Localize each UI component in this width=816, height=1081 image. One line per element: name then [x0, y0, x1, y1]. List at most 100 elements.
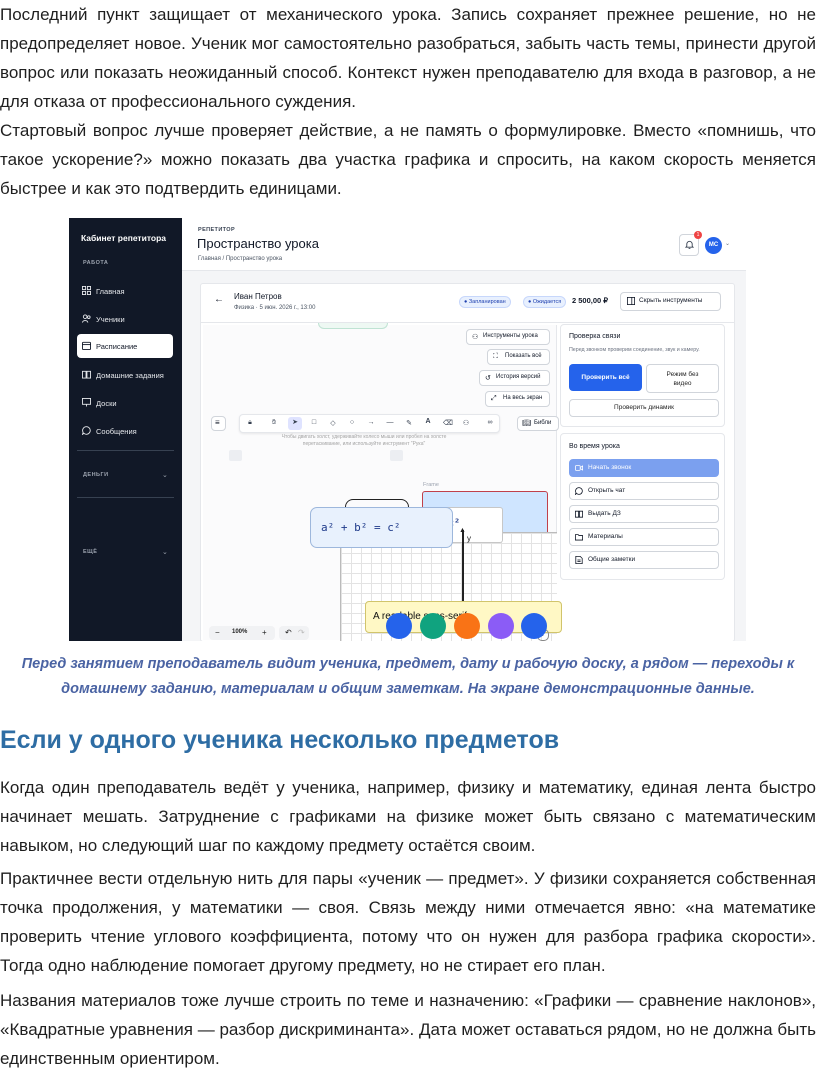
sidebar-title: Кабинет репетитора — [81, 233, 166, 243]
image-icon[interactable] — [390, 450, 403, 461]
sidebar-item-students[interactable]: Ученики — [77, 307, 173, 331]
monitor-icon — [82, 398, 91, 407]
lesson-tools-label: Инструменты урока — [483, 333, 538, 339]
section-heading: Если у одного ученика несколько предмето… — [0, 726, 560, 754]
pointer-icon[interactable]: ➤ — [291, 418, 299, 426]
chevron-down-icon: ⌄ — [162, 472, 168, 479]
paragraph-separate-threads: Практичнее вести отдельную нить для пары… — [0, 869, 816, 975]
canvas-hint: Чтобы двигать холст, удерживайте колесо … — [281, 434, 447, 447]
arrow-icon[interactable]: → — [367, 419, 375, 427]
sidebar-item-boards[interactable]: Доски — [77, 391, 173, 415]
sidebar-item-label: Ученики — [96, 315, 125, 324]
frame-label: Frame — [423, 482, 439, 488]
calendar-icon — [82, 341, 91, 350]
sidebar: Кабинет репетитора РАБОТА Главная Ученик… — [69, 218, 182, 641]
undo-redo-controls: ↶ ↷ — [279, 626, 309, 640]
image-icon[interactable] — [229, 450, 242, 461]
hand-icon[interactable]: ✋︎ — [270, 419, 278, 427]
status-badge: ● Ожидается — [523, 296, 567, 308]
history-icon: ↺ — [485, 375, 491, 382]
connection-check-panel: Проверка связи Перед звонком проверим со… — [560, 324, 725, 427]
materials-label: Материалы — [588, 533, 623, 540]
sidebar-item-home[interactable]: Главная — [77, 279, 173, 303]
pencil-icon[interactable]: ✎ — [405, 419, 413, 427]
lesson-actions-panel: Во время урока Начать звонок Открыть чат… — [560, 433, 725, 580]
diamond-icon[interactable]: ◇ — [329, 419, 337, 427]
lesson-space-screenshot: Кабинет репетитора РАБОТА Главная Ученик… — [69, 218, 746, 641]
undo-icon[interactable]: ↶ — [285, 628, 292, 637]
participant-dot[interactable] — [488, 613, 514, 639]
fullscreen-button[interactable]: ⤢ На весь экран — [485, 391, 550, 407]
participant-dot[interactable] — [420, 613, 446, 639]
participant-dot[interactable] — [521, 613, 547, 639]
check-speakers-button[interactable]: Проверить динамик — [569, 399, 719, 417]
redo-icon[interactable]: ↷ — [298, 628, 305, 637]
breadcrumb: Главная / Пространство урока — [198, 256, 283, 262]
sidebar-item-label: Расписание — [96, 342, 138, 351]
lesson-price: 2 500,00 ₽ — [572, 296, 609, 305]
student-name: Иван Петров — [234, 292, 282, 301]
library-button[interactable]: 📖︎ Библи — [517, 416, 559, 431]
materials-button[interactable]: Материалы — [569, 528, 719, 546]
paragraph-material-names: Названия материалов тоже лучше строить п… — [0, 991, 816, 1068]
menu-button[interactable]: ≡ — [211, 416, 226, 431]
participant-dot[interactable] — [454, 613, 480, 639]
rectangle-icon[interactable]: □ — [310, 419, 318, 427]
no-video-label: Режим без видео — [666, 370, 699, 387]
sidebar-section-more[interactable]: ЕЩЁ — [83, 549, 97, 555]
bell-icon — [685, 240, 694, 249]
avatar[interactable]: МС — [705, 237, 722, 254]
expand-icon: ⤢ — [491, 395, 497, 402]
lesson-card: ← Иван Петров Физика · 5 июн. 2026 г., 1… — [200, 283, 735, 641]
zoom-in-button[interactable]: + — [262, 628, 267, 637]
folder-icon — [575, 534, 583, 541]
chat-icon — [82, 426, 91, 435]
lesson-tools-button[interactable]: ⚇ Инструменты урока — [466, 329, 550, 345]
shared-notes-button[interactable]: Общие заметки — [569, 551, 719, 569]
check-all-button[interactable]: Проверить всё — [569, 364, 642, 391]
sidebar-item-label: Домашние задания — [96, 371, 164, 380]
start-call-button[interactable]: Начать звонок — [569, 459, 719, 477]
sidebar-section-money[interactable]: ДЕНЬГИ — [83, 472, 109, 478]
zoom-out-button[interactable]: − — [215, 628, 220, 637]
show-all-button[interactable]: ⛶ Показать всё — [487, 349, 550, 365]
no-video-button[interactable]: Режим без видео — [646, 364, 719, 393]
sidebar-item-schedule[interactable]: Расписание — [77, 334, 173, 358]
panel-icon — [627, 297, 635, 305]
shapes-icon[interactable]: ⚇ — [462, 419, 470, 427]
whiteboard[interactable]: ⚇ Инструменты урока ⛶ Показать всё ↺ Ист… — [203, 323, 562, 641]
focus-icon: ⛶ — [493, 353, 498, 360]
drawing-toolbar: 🔒︎ ✋︎ ➤ □ ◇ ○ → — ✎ A ⌫ ⚇ ∞ — [239, 414, 500, 433]
page-title: Пространство урока — [197, 236, 319, 251]
chevron-down-icon[interactable]: ⌄ — [725, 240, 730, 247]
formula-card[interactable]: a² + b² = c² — [310, 507, 453, 548]
lesson-meta: Физика · 5 июн. 2026 г., 13:00 — [234, 305, 316, 311]
role-label: РЕПЕТИТОР — [198, 227, 236, 233]
zoom-level: 100% — [232, 629, 248, 635]
assign-homework-button[interactable]: Выдать ДЗ — [569, 505, 719, 523]
back-arrow-icon[interactable]: ← — [214, 294, 224, 305]
shared-notes-label: Общие заметки — [588, 556, 636, 563]
ellipse-icon[interactable]: ○ — [348, 419, 356, 427]
sidebar-item-label: Доски — [96, 399, 117, 408]
sidebar-item-messages[interactable]: Сообщения — [77, 419, 173, 443]
users-icon — [82, 314, 91, 323]
paragraph-multiple-subjects: Когда один преподаватель ведёт у ученика… — [0, 778, 816, 855]
hide-tools-button[interactable]: Скрыть инструменты — [620, 292, 721, 311]
formula-text: a² + b² = c² — [321, 521, 401, 534]
shapes-icon: ⚇ — [472, 334, 479, 341]
lock-icon[interactable]: 🔒︎ — [246, 419, 254, 427]
participant-dot[interactable] — [386, 613, 412, 639]
paragraph-context: Последний пункт защищает от механическог… — [0, 5, 816, 111]
eraser-icon[interactable]: ⌫ — [443, 419, 453, 427]
open-chat-button[interactable]: Открыть чат — [569, 482, 719, 500]
hide-tools-label: Скрыть инструменты — [639, 297, 703, 304]
sidebar-item-homework[interactable]: Домашние задания — [77, 363, 173, 387]
line-icon[interactable]: — — [386, 419, 394, 427]
chat-icon — [575, 487, 583, 495]
grid-icon — [82, 286, 91, 295]
text-icon[interactable]: A — [424, 418, 432, 426]
version-history-label: История версий — [496, 374, 541, 380]
version-history-button[interactable]: ↺ История версий — [479, 370, 550, 386]
link-icon[interactable]: ∞ — [486, 419, 494, 427]
